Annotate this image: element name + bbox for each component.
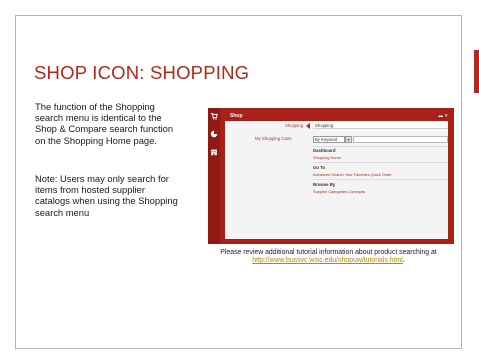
- caption-period: .: [402, 257, 405, 265]
- search-type-select[interactable]: By Keyword: [313, 136, 345, 143]
- shopping-menu-item[interactable]: Shopping: [313, 122, 448, 129]
- pointer-arrow-icon: [306, 123, 310, 129]
- slide-title: SHOP ICON: SHOPPING: [34, 62, 250, 83]
- pie-chart-icon: [210, 130, 218, 138]
- shopping-menu-screenshot: Shop ▬ ✕ Shopping Shopping My Shopping C…: [208, 108, 454, 244]
- goto-heading: Go To: [313, 165, 326, 170]
- divider: [313, 146, 448, 147]
- icon-rail: [208, 108, 220, 244]
- goto-links[interactable]: Advanced Search Your Favorites Quick Ord…: [313, 172, 392, 177]
- building-icon: [211, 149, 217, 156]
- caption-text: Please review additional tutorial inform…: [220, 249, 437, 256]
- shop-panel: Shopping Shopping My Shopping Carts By K…: [225, 121, 448, 239]
- tutorial-caption: Please review additional tutorial inform…: [216, 249, 441, 266]
- dashboard-heading: Dashboard: [313, 148, 336, 153]
- shopping-home-link[interactable]: Shopping Home: [313, 155, 341, 160]
- cart-icon: [210, 113, 218, 120]
- divider: [313, 162, 448, 163]
- browse-heading: Browse By: [313, 182, 336, 187]
- accent-bar: [474, 50, 479, 93]
- browse-links[interactable]: Supplier Categories Contracts: [313, 189, 365, 194]
- tutorials-link[interactable]: http://www.bussvc.wisc.edu/shopuw/tutori…: [252, 257, 403, 264]
- note-paragraph: Note: Users may only search for items fr…: [35, 173, 178, 218]
- divider: [313, 179, 448, 180]
- select-dropdown-icon[interactable]: ▾: [345, 136, 352, 143]
- description-paragraph: The function of the Shopping search menu…: [35, 101, 174, 146]
- shopping-row-label: Shopping: [285, 123, 304, 128]
- carts-row-label[interactable]: My Shopping Carts: [255, 136, 292, 141]
- panel-window-controls[interactable]: ▬ ✕: [438, 113, 448, 119]
- shop-panel-title: Shop: [230, 113, 243, 119]
- search-input[interactable]: [353, 136, 448, 143]
